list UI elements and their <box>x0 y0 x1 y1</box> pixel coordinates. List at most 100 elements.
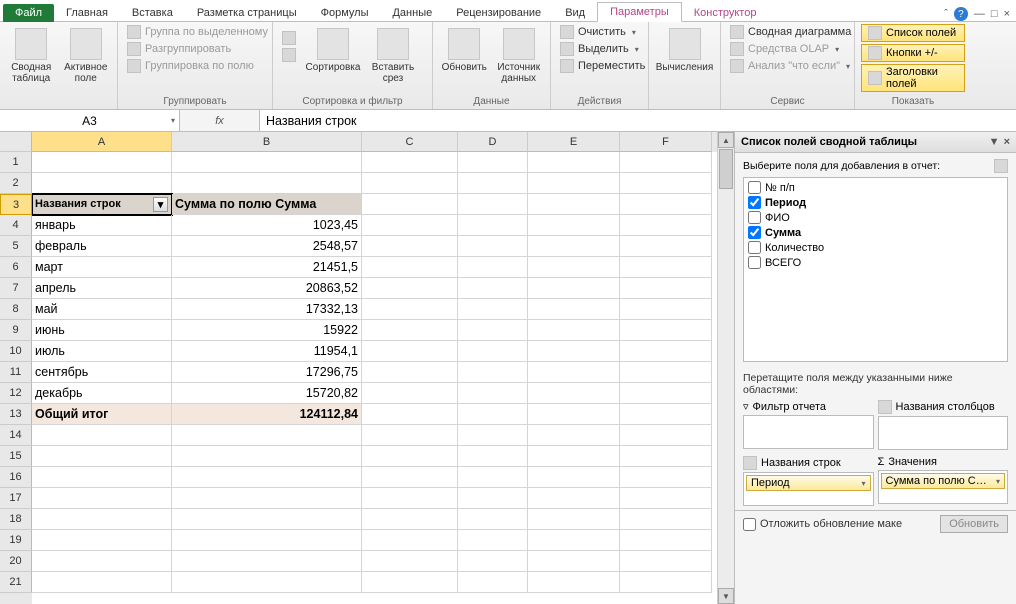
row-header[interactable]: 17 <box>0 488 32 509</box>
zone-values-box[interactable]: Сумма по полю С…▾ <box>878 470 1009 504</box>
cell[interactable] <box>620 194 712 215</box>
cell[interactable] <box>362 194 458 215</box>
column-header[interactable]: D <box>458 132 528 152</box>
window-minimize-icon[interactable]: — <box>974 8 985 20</box>
cell[interactable] <box>458 572 528 593</box>
row-header[interactable]: 12 <box>0 383 32 404</box>
scrollbar-thumb[interactable] <box>719 149 733 189</box>
field-item[interactable]: Сумма <box>746 225 1005 240</box>
fx-label[interactable]: fx <box>180 110 260 131</box>
cell[interactable] <box>620 467 712 488</box>
cell[interactable]: Сумма по полю Сумма <box>172 194 362 215</box>
row-header[interactable]: 3 <box>0 194 32 215</box>
cell[interactable] <box>620 215 712 236</box>
cell[interactable] <box>528 194 620 215</box>
cell[interactable] <box>528 215 620 236</box>
column-headers[interactable]: ABCDEF <box>32 132 717 152</box>
cell[interactable] <box>458 467 528 488</box>
cell[interactable] <box>458 509 528 530</box>
cell[interactable] <box>362 278 458 299</box>
insert-slicer-button[interactable]: Вставить срез <box>367 24 419 84</box>
cell[interactable] <box>172 152 362 173</box>
cell[interactable] <box>528 257 620 278</box>
row-header[interactable]: 16 <box>0 467 32 488</box>
column-header[interactable]: E <box>528 132 620 152</box>
cell[interactable] <box>362 467 458 488</box>
cell[interactable] <box>528 509 620 530</box>
cell[interactable] <box>458 194 528 215</box>
row-header[interactable]: 9 <box>0 320 32 341</box>
cell[interactable] <box>458 383 528 404</box>
row-header[interactable]: 7 <box>0 278 32 299</box>
move-button[interactable]: Переместить <box>557 58 648 74</box>
cell[interactable] <box>620 551 712 572</box>
select-button[interactable]: Выделить▾ <box>557 41 648 57</box>
row-header[interactable]: 13 <box>0 404 32 425</box>
calculations-button[interactable]: Вычисления <box>655 24 714 73</box>
cell[interactable] <box>620 572 712 593</box>
cell[interactable] <box>362 509 458 530</box>
cell[interactable] <box>32 425 172 446</box>
cell[interactable] <box>528 341 620 362</box>
value-chip[interactable]: Сумма по полю С…▾ <box>881 473 1006 489</box>
cell[interactable] <box>620 425 712 446</box>
data-source-button[interactable]: Источник данных <box>494 24 545 84</box>
cell[interactable] <box>620 383 712 404</box>
cell[interactable] <box>458 404 528 425</box>
refresh-button[interactable]: Обновить <box>439 24 490 73</box>
clear-button[interactable]: Очистить▾ <box>557 24 648 40</box>
cell[interactable] <box>528 551 620 572</box>
sort-desc-button[interactable] <box>279 47 299 63</box>
cell[interactable] <box>528 467 620 488</box>
cell[interactable] <box>32 572 172 593</box>
cell[interactable]: сентябрь <box>32 362 172 383</box>
row-headers[interactable]: 123456789101112131415161718192021 <box>0 132 32 604</box>
cell[interactable] <box>362 572 458 593</box>
row-header[interactable]: 5 <box>0 236 32 257</box>
field-item[interactable]: ФИО <box>746 210 1005 225</box>
cell[interactable] <box>362 530 458 551</box>
column-header[interactable]: C <box>362 132 458 152</box>
scroll-up-icon[interactable]: ▲ <box>718 132 734 148</box>
field-headers-button[interactable]: Заголовки полей <box>861 64 965 92</box>
tab-layout[interactable]: Разметка страницы <box>185 4 309 22</box>
cell[interactable] <box>458 152 528 173</box>
cell[interactable] <box>620 152 712 173</box>
cell[interactable] <box>620 320 712 341</box>
cell[interactable] <box>620 404 712 425</box>
cell[interactable] <box>620 236 712 257</box>
cell[interactable] <box>362 551 458 572</box>
cell[interactable] <box>32 446 172 467</box>
row-header[interactable]: 6 <box>0 257 32 278</box>
tab-formulas[interactable]: Формулы <box>309 4 381 22</box>
cell[interactable] <box>528 572 620 593</box>
chevron-down-icon[interactable]: ▾ <box>861 479 865 488</box>
cell[interactable]: 1023,45 <box>172 215 362 236</box>
cell[interactable]: 17332,13 <box>172 299 362 320</box>
cell[interactable] <box>528 236 620 257</box>
cell[interactable] <box>458 530 528 551</box>
cell[interactable]: июль <box>32 341 172 362</box>
cell[interactable] <box>172 551 362 572</box>
sort-button[interactable]: Сортировка <box>303 24 363 73</box>
cell[interactable] <box>458 215 528 236</box>
cell[interactable] <box>32 152 172 173</box>
cell[interactable] <box>362 488 458 509</box>
tab-params[interactable]: Параметры <box>597 2 682 22</box>
cell[interactable] <box>172 572 362 593</box>
cell[interactable] <box>32 173 172 194</box>
cell[interactable]: декабрь <box>32 383 172 404</box>
layout-options-icon[interactable] <box>994 159 1008 173</box>
cell[interactable] <box>362 152 458 173</box>
cell[interactable] <box>528 383 620 404</box>
tab-file[interactable]: Файл <box>3 4 54 22</box>
cell[interactable] <box>528 299 620 320</box>
tab-insert[interactable]: Вставка <box>120 4 185 22</box>
cell[interactable] <box>32 530 172 551</box>
cell[interactable] <box>362 215 458 236</box>
field-item[interactable]: Количество <box>746 240 1005 255</box>
tab-data[interactable]: Данные <box>380 4 444 22</box>
row-header[interactable]: 20 <box>0 551 32 572</box>
chevron-down-icon[interactable]: ▼ <box>989 136 1000 148</box>
chevron-down-icon[interactable]: ▾ <box>171 116 175 125</box>
